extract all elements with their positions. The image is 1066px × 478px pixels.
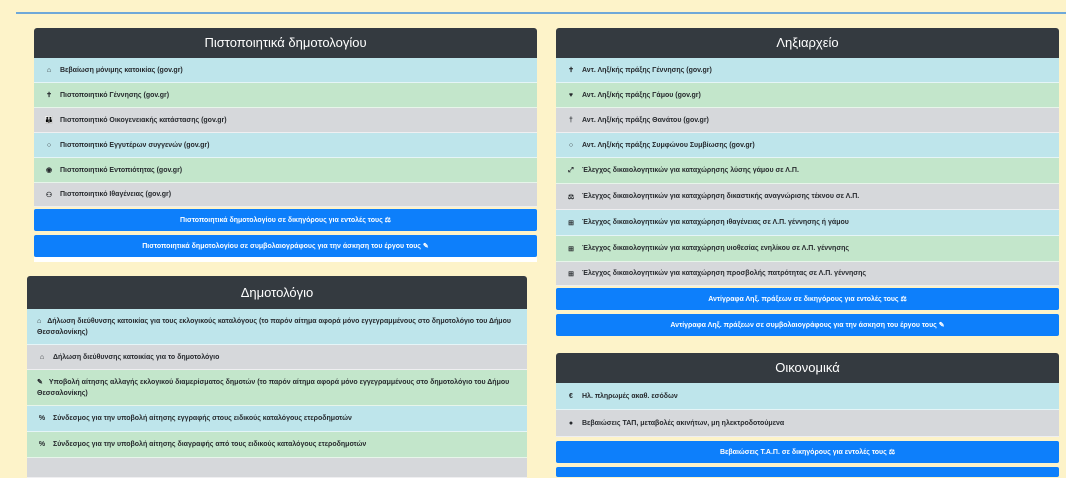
list-item[interactable]: ○ Αντ. Ληξ/κής πράξης Συμφώνου Συμβίωσης… [556,133,1059,158]
list-item-label: Βεβαίωση μόνιμης κατοικίας (gov.gr) [60,66,183,74]
list-item-label: ⌂ Δήλωση διεύθυνσης κατοικίας για τους εκ… [37,317,511,336]
list-item-label: Σύνδεσμος για την υποβολή αίτησης εγγραφ… [53,415,352,422]
list-item-label: Πιστοποιητικό Εντοπιότητας (gov.gr) [60,166,183,174]
list-item[interactable]: ⤢ Έλεγχος δικαιολογητικών για καταχώρηση… [556,158,1059,184]
list-item[interactable]: † Αντ. Ληξ/κής πράξης Θανάτου (gov.gr) [556,108,1059,133]
home-icon: ⌂ [39,353,45,361]
tap-lawyers-button[interactable]: Βεβαιώσεις Τ.Α.Π. σε δικηγόρους για εντο… [556,441,1059,463]
list-item-label: Ηλ. πληρωμές ακαθ. εσόδων [582,392,678,400]
notaries-copies-button[interactable]: Αντίγραφα Ληξ. πράξεων σε συμβολαιογράφο… [556,314,1059,336]
circle-icon: ○ [568,141,574,149]
plus-square-icon: ⊞ [568,245,574,253]
list-item[interactable]: % Σύνδεσμος για την υποβολή αίτησης εγγρ… [27,406,527,432]
list-item[interactable]: € Ηλ. πληρωμές ακαθ. εσόδων [556,383,1059,410]
home-icon: ⌂ [37,317,42,325]
spacer [34,257,537,262]
list-item[interactable]: ◉ Πιστοποιητικό Εντοπιότητας (gov.gr) [34,158,537,183]
list-item-label: Σύνδεσμος για την υποβολή αίτησης διαγρα… [53,441,367,448]
edit-icon: ✎ [37,378,43,386]
list-item[interactable]: ⌂ Βεβαίωση μόνιμης κατοικίας (gov.gr) [34,58,537,83]
finance-title: Οικονομικά [556,353,1059,383]
list-item[interactable]: ♥ Αντ. Ληξ/κής πράξης Γάμου (gov.gr) [556,83,1059,108]
list-item-label: Αντ. Ληξ/κής πράξης Γέννησης (gov.gr) [582,66,712,74]
list-item[interactable]: ⌂ Δήλωση διεύθυνσης κατοικίας για τους εκ… [27,309,527,345]
link-icon: % [38,415,46,422]
list-item-label: Έλεγχος δικαιολογητικών για καταχώρηση π… [582,270,866,277]
plus-square-icon: ⊞ [568,270,574,278]
list-item[interactable]: ✝ Αντ. Ληξ/κής πράξης Γέννησης (gov.gr) [556,58,1059,83]
partial-button[interactable] [556,467,1059,477]
list-item[interactable]: ✝ Πιστοποιητικό Γέννησης (gov.gr) [34,83,537,108]
civil-registry-title: Ληξιαρχείο [556,28,1059,58]
list-item[interactable]: ● Βεβαιώσεις ΤΑΠ, μεταβολές ακινήτων, μη… [556,410,1059,437]
list-item[interactable]: ✎ Υποβολή αίτησης αλλαγής εκλογικού διαμε… [27,370,527,406]
euro-icon: € [569,392,573,400]
child-icon: ✝ [568,67,574,74]
notaries-certificates-button[interactable]: Πιστοποιητικά δημοτολογίου σε συμβολαιογ… [34,235,537,257]
scale-icon: ⚖ [567,193,575,201]
family-icon: 👪 [44,117,54,124]
dot-icon: ● [568,419,574,427]
registry-title: Δημοτολόγιο [27,276,527,309]
certificates-title: Πιστοποιητικά δημοτολογίου [34,28,537,58]
list-item[interactable]: ⊞ Έλεγχος δικαιολογητικών για καταχώρηση… [556,210,1059,236]
list-item-label: Έλεγχος δικαιολογητικών για καταχώρηση δ… [582,193,860,200]
list-item-label: Δήλωση διεύθυνσης κατοικίας για το δημοτ… [53,353,220,361]
list-item-label: Αντ. Ληξ/κής πράξης Γάμου (gov.gr) [582,91,701,99]
people-icon: ⚇ [45,191,53,199]
top-divider [16,12,1066,14]
list-item-label: Έλεγχος δικαιολογητικών για καταχώρηση ι… [582,219,849,226]
certificates-panel: Πιστοποιητικά δημοτολογίου ⌂ Βεβαίωση μό… [34,28,537,262]
list-item-label: Αντ. Ληξ/κής πράξης Συμφώνου Συμβίωσης (… [582,141,755,149]
expand-icon: ⤢ [568,166,574,174]
list-item-label: Πιστοποιητικό Οικογενειακής κατάστασης (… [60,116,227,124]
plus-square-icon: ⊞ [568,219,574,227]
cross-icon: † [569,116,573,124]
list-item[interactable]: ○ Πιστοποιητικό Εγγυτέρων συγγενών (gov.… [34,133,537,158]
list-item-label: Έλεγχος δικαιολογητικών για καταχώρησης … [582,167,799,174]
list-item[interactable]: ⊞ Έλεγχος δικαιολογητικών για καταχώρηση… [556,236,1059,262]
list-item[interactable]: ⊞ Έλεγχος δικαιολογητικών για καταχώρηση… [556,262,1059,286]
list-item[interactable]: ⌂ Δήλωση διεύθυνσης κατοικίας για το δημ… [27,345,527,370]
list-item-label: Αντ. Ληξ/κής πράξης Θανάτου (gov.gr) [582,116,709,124]
list-item[interactable]: ⚇ Πιστοποιητικό Ιθαγένειας (gov.gr) [34,183,537,207]
civil-registry-panel: Ληξιαρχείο ✝ Αντ. Ληξ/κής πράξης Γέννηση… [556,28,1059,336]
list-item-label: Πιστοποιητικό Εγγυτέρων συγγενών (gov.gr… [60,141,210,149]
lawyers-certificates-button[interactable]: Πιστοποιητικά δημοτολογίου σε δικηγόρους… [34,209,537,231]
lawyers-copies-button[interactable]: Αντίγραφα Ληξ. πράξεων σε δικηγόρους για… [556,288,1059,310]
list-item-partial[interactable] [27,458,527,478]
finance-panel: Οικονομικά € Ηλ. πληρωμές ακαθ. εσόδων ●… [556,353,1059,477]
list-item[interactable]: 👪 Πιστοποιητικό Οικογενειακής κατάστασης… [34,108,537,133]
heart-icon: ♥ [568,91,574,99]
link-icon: % [38,441,46,448]
list-item-label: Πιστοποιητικό Γέννησης (gov.gr) [60,91,170,99]
list-item-label: Πιστοποιητικό Ιθαγένειας (gov.gr) [60,191,172,198]
registry-panel: Δημοτολόγιο ⌂ Δήλωση διεύθυνσης κατοικίας… [27,276,527,478]
fingerprint-icon: ◉ [45,167,53,174]
list-item-label: Έλεγχος δικαιολογητικών για καταχώρηση υ… [582,245,850,252]
list-item[interactable]: % Σύνδεσμος για την υποβολή αίτησης διαγ… [27,432,527,458]
home-icon: ⌂ [46,66,52,74]
list-item-label: ✎ Υποβολή αίτησης αλλαγής εκλογικού διαμε… [37,378,510,397]
circle-icon: ○ [46,141,52,149]
child-icon: ✝ [46,92,52,99]
list-item-label: Βεβαιώσεις ΤΑΠ, μεταβολές ακινήτων, μη η… [582,419,785,427]
list-item[interactable]: ⚖ Έλεγχος δικαιολογητικών για καταχώρηση… [556,184,1059,210]
